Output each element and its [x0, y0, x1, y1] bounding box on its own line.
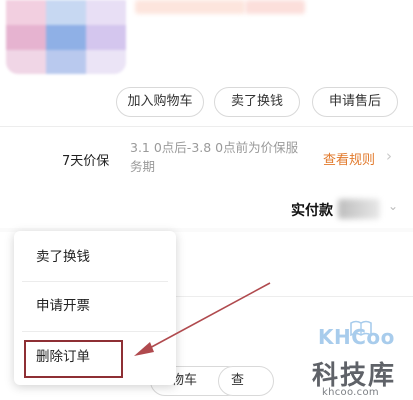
view-button-partial[interactable]: 查 — [218, 366, 274, 396]
add-to-cart-button[interactable]: 加入购物车 — [116, 87, 204, 117]
blurred-price — [245, 0, 305, 14]
price-protection-label: 7天价保 — [62, 154, 110, 169]
view-rules-link[interactable]: 查看规则 — [323, 149, 375, 168]
resell-button[interactable]: 卖了换钱 — [214, 87, 300, 117]
paid-amount-value — [338, 199, 380, 219]
after-sales-button[interactable]: 申请售后 — [312, 87, 398, 117]
view-partial-label: 查 — [231, 373, 245, 388]
watermark-logo: KHCoo — [318, 325, 395, 349]
delete-order-highlight — [24, 340, 123, 378]
divider — [0, 126, 413, 127]
watermark: KHCoo 科技库 khcoo.com — [300, 320, 413, 400]
price-protection-row: 7天价保 3.1 0点后-3.8 0点前为价保服务期 查看规则 › — [0, 132, 413, 184]
annotation-arrow-icon — [134, 282, 271, 356]
order-detail-page: 加入购物车 卖了换钱 申请售后 7天价保 3.1 0点后-3.8 0点前为价保服… — [0, 0, 413, 400]
blurred-title — [135, 0, 245, 14]
product-thumbnail[interactable] — [6, 0, 126, 74]
menu-item-resell[interactable]: 卖了换钱 — [14, 235, 176, 279]
paid-amount-label: 实付款 — [291, 203, 333, 219]
chevron-down-icon[interactable]: ⌄ — [388, 199, 398, 213]
watermark-url: khcoo.com — [322, 387, 379, 398]
chevron-right-icon: › — [386, 147, 392, 165]
price-protection-description: 3.1 0点后-3.8 0点前为价保服务期 — [130, 140, 299, 174]
